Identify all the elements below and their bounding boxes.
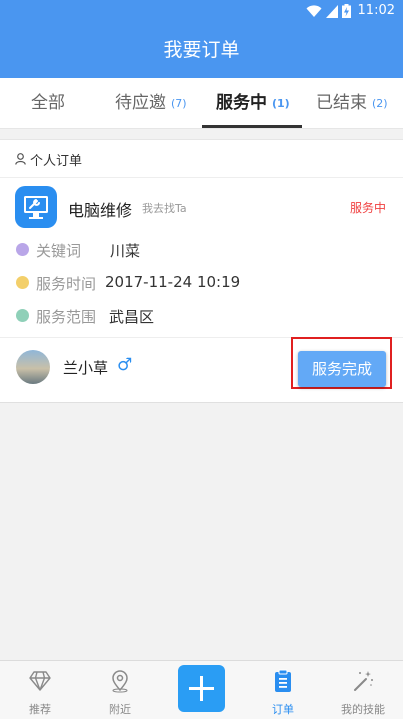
nav-label: 推荐 [29, 703, 51, 716]
order-status: 服务中 [350, 201, 387, 215]
clipboard-icon [275, 669, 291, 692]
tab-label: 待应邀 [115, 93, 166, 113]
tab-count: (2) [372, 97, 388, 110]
battery-icon [342, 4, 351, 18]
person-icon [15, 153, 26, 165]
service-area-label: 服务范围 [36, 308, 97, 326]
male-icon: ♂ [117, 355, 133, 375]
section-header: 个人订单 [0, 140, 403, 178]
section-label: 个人订单 [30, 154, 83, 169]
tab-pending[interactable]: 待应邀 (7) [115, 78, 187, 128]
service-subtitle: 我去找Ta [142, 202, 187, 215]
tab-count: (7) [171, 97, 187, 110]
tab-label: 已结束 [316, 93, 367, 113]
tab-active-indicator [202, 125, 302, 128]
keyword-icon [16, 243, 29, 256]
wifi-icon [306, 4, 322, 17]
computer-repair-icon [15, 186, 57, 228]
order-card[interactable]: 个人订单 电脑维修 我去找Ta 服务中 关键词 川菜 服务时间 2017-11-… [0, 139, 403, 403]
nav-label: 附近 [109, 703, 131, 716]
service-time-label: 服务时间 [36, 275, 97, 293]
magic-wand-icon [354, 671, 373, 691]
nav-item-orders[interactable]: 订单 [243, 661, 323, 719]
nav-item-nearby[interactable]: 附近 [80, 661, 160, 719]
diamond-icon [29, 671, 51, 691]
service-title: 电脑维修 [68, 201, 133, 220]
avatar[interactable] [16, 350, 50, 384]
nav-item-my-skills[interactable]: 我的技能 [323, 661, 403, 719]
calendar-icon [16, 276, 29, 289]
keyword-value: 川菜 [110, 242, 141, 260]
tab-label: 全部 [31, 93, 65, 113]
status-icons [306, 4, 351, 18]
tab-label: 服务中 [216, 93, 267, 113]
service-complete-button[interactable]: 服务完成 [298, 351, 386, 387]
tab-finished[interactable]: 已结束 (2) [316, 78, 388, 128]
building-icon [16, 309, 29, 322]
page-title: 我要订单 [0, 22, 403, 78]
nav-item-recommend[interactable]: 推荐 [0, 661, 80, 719]
tab-all[interactable]: 全部 [31, 78, 65, 128]
tab-count: (1) [272, 97, 290, 110]
add-order-button[interactable] [178, 665, 225, 712]
nav-label: 订单 [272, 703, 294, 716]
signal-icon [326, 4, 338, 18]
status-bar: 11:02 [0, 0, 403, 22]
user-name[interactable]: 兰小草 [63, 357, 108, 378]
order-tabs: 全部 待应邀 (7) 服务中 (1) 已结束 (2) [0, 78, 403, 129]
service-time-value: 2017-11-24 10:19 [105, 273, 241, 291]
tab-in-service[interactable]: 服务中 (1) [216, 78, 290, 128]
nav-label: 我的技能 [341, 703, 385, 716]
service-area-value: 武昌区 [109, 308, 155, 326]
keyword-label: 关键词 [36, 242, 82, 260]
status-time: 11:02 [357, 3, 395, 18]
location-pin-icon [112, 670, 128, 693]
